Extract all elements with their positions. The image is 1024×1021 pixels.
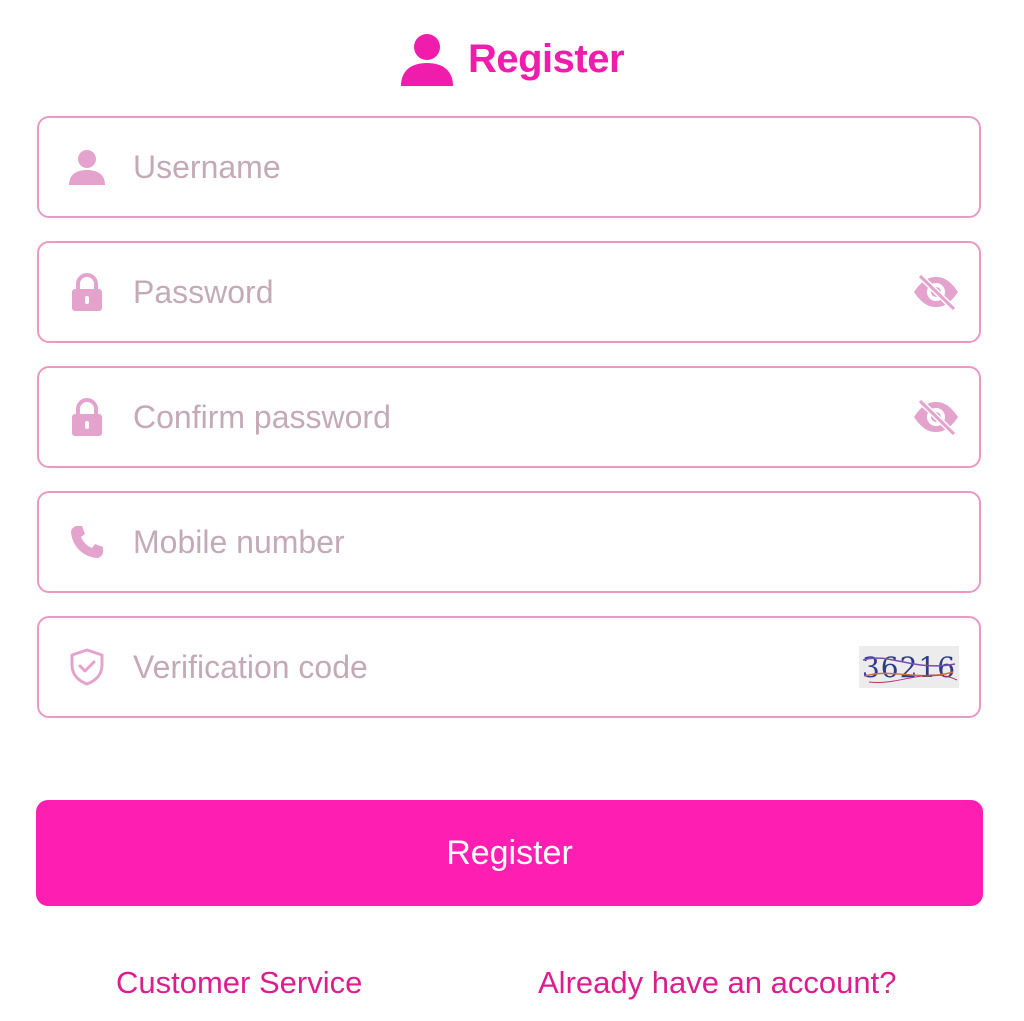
verification-field[interactable]: 36216 xyxy=(37,616,981,718)
mobile-input[interactable] xyxy=(133,493,859,591)
customer-service-link[interactable]: Customer Service xyxy=(116,965,362,1001)
password-field[interactable] xyxy=(37,241,981,343)
user-icon xyxy=(67,147,107,187)
login-link[interactable]: Already have an account? xyxy=(538,965,896,1001)
password-input[interactable] xyxy=(133,243,859,341)
confirm-password-input[interactable] xyxy=(133,368,859,466)
page-title: Register xyxy=(467,36,625,81)
register-button[interactable]: Register xyxy=(36,800,983,906)
username-input[interactable] xyxy=(133,118,859,216)
page-header: Register xyxy=(0,28,1024,90)
eye-off-icon[interactable] xyxy=(911,270,961,314)
user-icon xyxy=(400,32,454,86)
eye-off-icon[interactable] xyxy=(911,395,961,439)
phone-icon xyxy=(67,522,107,562)
lock-icon xyxy=(67,397,107,437)
username-field[interactable] xyxy=(37,116,981,218)
verification-input[interactable] xyxy=(133,618,859,716)
mobile-field[interactable] xyxy=(37,491,981,593)
captcha-image[interactable]: 36216 xyxy=(859,646,959,688)
lock-icon xyxy=(67,272,107,312)
shield-check-icon xyxy=(67,647,107,687)
register-page: Register Username Mobile number Verifica… xyxy=(0,0,1024,1021)
confirm-password-field[interactable] xyxy=(37,366,981,468)
